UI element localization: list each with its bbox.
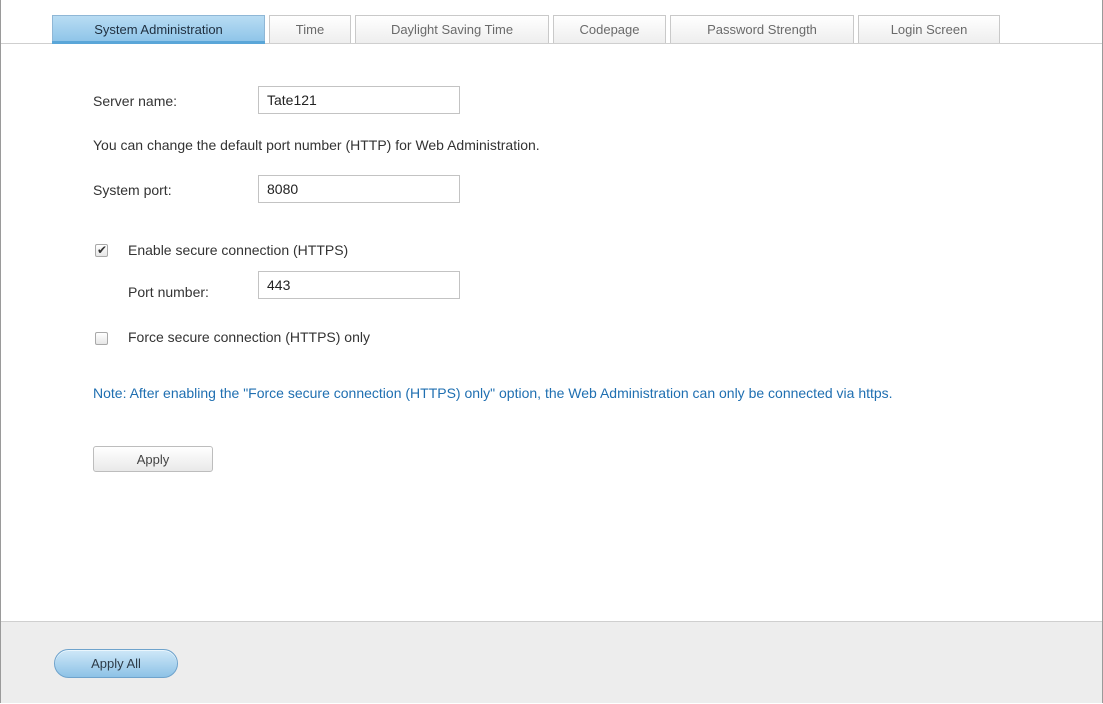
tab-daylight-saving-time[interactable]: Daylight Saving Time bbox=[355, 15, 549, 43]
footer-bar: Apply All bbox=[1, 621, 1102, 703]
tab-time[interactable]: Time bbox=[269, 15, 351, 43]
apply-all-button[interactable]: Apply All bbox=[54, 649, 178, 678]
https-note: Note: After enabling the "Force secure c… bbox=[93, 385, 893, 401]
secure-connection-label: Enable secure connection (HTTPS) bbox=[128, 242, 349, 258]
force-secure-label: Force secure connection (HTTPS) only bbox=[128, 329, 370, 345]
server-name-label: Server name: bbox=[93, 93, 178, 109]
port-hint-text: You can change the default port number (… bbox=[93, 137, 540, 153]
active-tab-indicator bbox=[52, 41, 265, 44]
secure-connection-checkbox[interactable]: ✔ bbox=[95, 243, 108, 257]
system-port-input[interactable] bbox=[258, 175, 460, 203]
system-port-label: System port: bbox=[93, 182, 172, 198]
settings-window: System Administration Time Daylight Savi… bbox=[0, 0, 1103, 703]
force-secure-checkbox[interactable] bbox=[95, 332, 108, 345]
server-name-input[interactable] bbox=[258, 86, 460, 114]
port-number-label: Port number: bbox=[128, 284, 209, 300]
tab-login-screen[interactable]: Login Screen bbox=[858, 15, 1000, 43]
tab-password-strength[interactable]: Password Strength bbox=[670, 15, 854, 43]
tab-codepage[interactable]: Codepage bbox=[553, 15, 666, 43]
apply-button[interactable]: Apply bbox=[93, 446, 213, 472]
checkmark-icon: ✔ bbox=[97, 243, 108, 257]
port-number-input[interactable] bbox=[258, 271, 460, 299]
tab-system-administration[interactable]: System Administration bbox=[52, 15, 265, 43]
